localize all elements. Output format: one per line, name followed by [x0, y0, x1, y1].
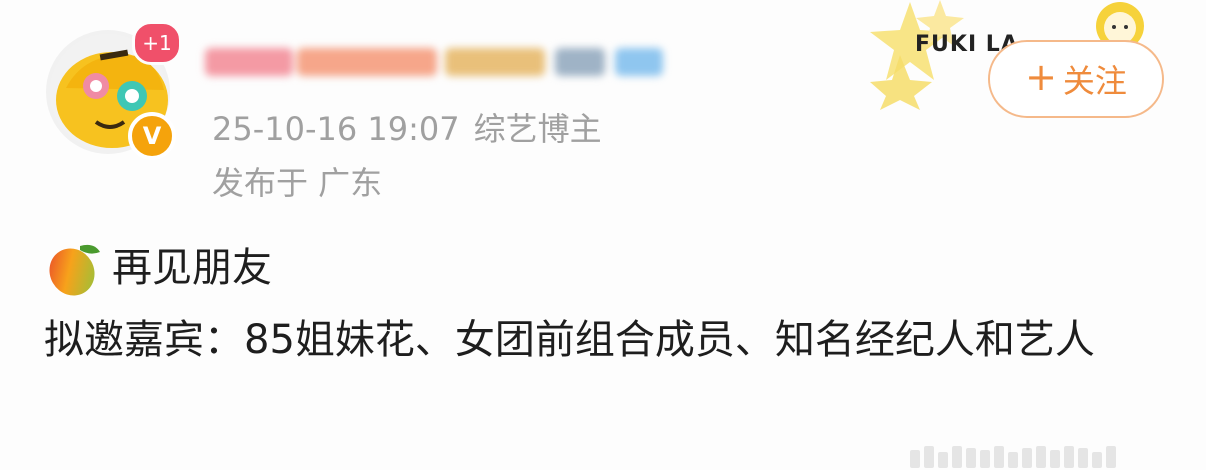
- post-meta: 25-10-16 19:07 综艺博主: [212, 104, 602, 150]
- username-blurred[interactable]: [205, 40, 675, 84]
- post-title: 再见朋友: [112, 245, 272, 291]
- user-role: 综艺博主: [473, 110, 602, 148]
- mango-emoji-icon: [49, 244, 100, 296]
- post-location: 发布于 广东: [212, 164, 383, 202]
- post-body: 拟邀嘉宾：85姐妹花、女团前组合成员、知名经纪人和艺人: [44, 317, 1095, 363]
- verified-icon: V: [128, 112, 176, 160]
- follow-label: 关注: [1062, 62, 1127, 100]
- watermark: [910, 438, 1200, 468]
- plus-icon: +: [1025, 55, 1057, 99]
- post-time: 25-10-16 19:07: [212, 110, 460, 148]
- weibo-post: FUKI LA +1 V 25-10-16 19:07 综艺博主 发布于 广东 +…: [0, 0, 1206, 470]
- follow-button[interactable]: + 关注: [988, 40, 1164, 118]
- post-title-line: 再见朋友: [44, 238, 1174, 298]
- post-content: 再见朋友 拟邀嘉宾：85姐妹花、女团前组合成员、知名经纪人和艺人: [44, 238, 1174, 374]
- notification-badge[interactable]: +1: [132, 21, 182, 65]
